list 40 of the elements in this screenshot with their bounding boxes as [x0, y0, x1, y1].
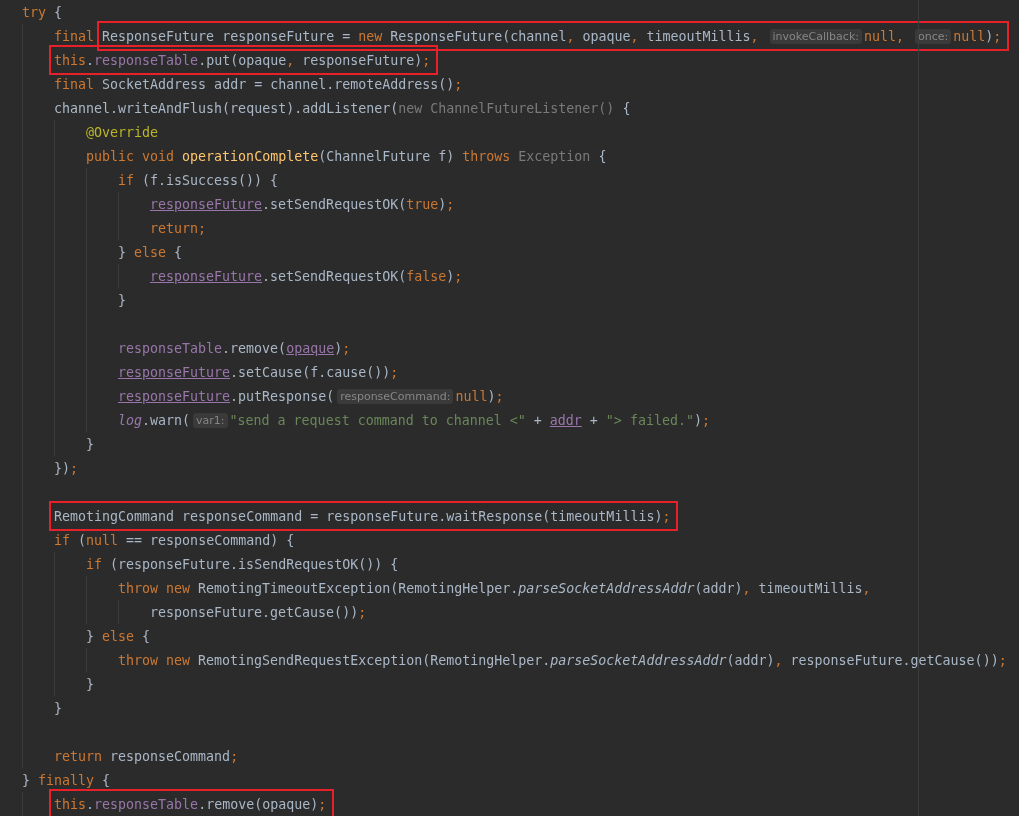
code-text: @Override: [86, 124, 159, 140]
code-text: this.responseTable.remove(opaque);: [54, 796, 327, 812]
parameter-hint: var1:: [193, 412, 228, 428]
code-text: } else {: [118, 244, 183, 260]
code-text: ResponseFuture responseFuture = new ResponseFuture(channel, opaque, timeoutMillis,: [102, 28, 760, 44]
code-text: public void operationComplete(ChannelFuture f) throws Exception {: [86, 148, 607, 164]
code-text: RemotingCommand responseCommand = responseFuture.waitResponse(timeoutMillis);: [54, 508, 671, 524]
code-text: responseFuture.getCause());: [150, 604, 367, 620]
code-text: responseFuture.setCause(f.cause());: [118, 364, 399, 380]
code-text: null,: [863, 28, 905, 44]
code-text: return responseCommand;: [54, 748, 239, 764]
code-text: throw new RemotingTimeoutException(RemotingHelper.parseSocketAddressAddr(addr), timeoutMillis,: [118, 580, 871, 596]
code-text: final: [54, 28, 96, 44]
code-text: }: [86, 436, 94, 452]
code-text: } finally {: [22, 772, 111, 788]
code-text: if (f.isSuccess()) {: [118, 172, 279, 188]
code-text: log.warn(: [118, 412, 191, 428]
code-text: null);: [953, 28, 1002, 44]
parameter-hint: once:: [915, 28, 952, 44]
code-text: } else {: [86, 628, 151, 644]
code-text: responseFuture.setSendRequestOK(false);: [150, 268, 463, 284]
parameter-hint: invokeCallback:: [769, 28, 862, 44]
parameter-hint: responseCommand:: [337, 388, 454, 404]
code-text: try {: [22, 4, 63, 20]
code-text: final SocketAddress addr = channel.remoteAddress();: [54, 76, 463, 92]
code-text: responseTable.remove(opaque);: [118, 340, 351, 356]
code-text: if (null == responseCommand) {: [54, 532, 295, 548]
code-text: }: [118, 292, 126, 308]
code-text: channel.writeAndFlush(request).addListener(new ChannelFutureListener() {: [54, 100, 631, 116]
code-text: responseFuture.setSendRequestOK(true);: [150, 196, 455, 212]
code-text: this.responseTable.put(opaque, responseFuture);: [54, 52, 431, 68]
code-text: throw new RemotingSendRequestException(RemotingHelper.parseSocketAddressAddr(addr), responseFuture.getCause());: [118, 652, 1007, 668]
code-text: responseFuture.putResponse(: [118, 388, 335, 404]
code-text: null);: [455, 388, 504, 404]
code-text: }: [86, 676, 94, 692]
code-text: });: [54, 460, 79, 476]
code-text: return;: [150, 220, 207, 236]
code-text: "send a request command to channel <" + addr + "> failed.");: [229, 412, 710, 428]
code-text: }: [54, 700, 62, 716]
code-text: if (responseFuture.isSendRequestOK()) {: [86, 556, 399, 572]
